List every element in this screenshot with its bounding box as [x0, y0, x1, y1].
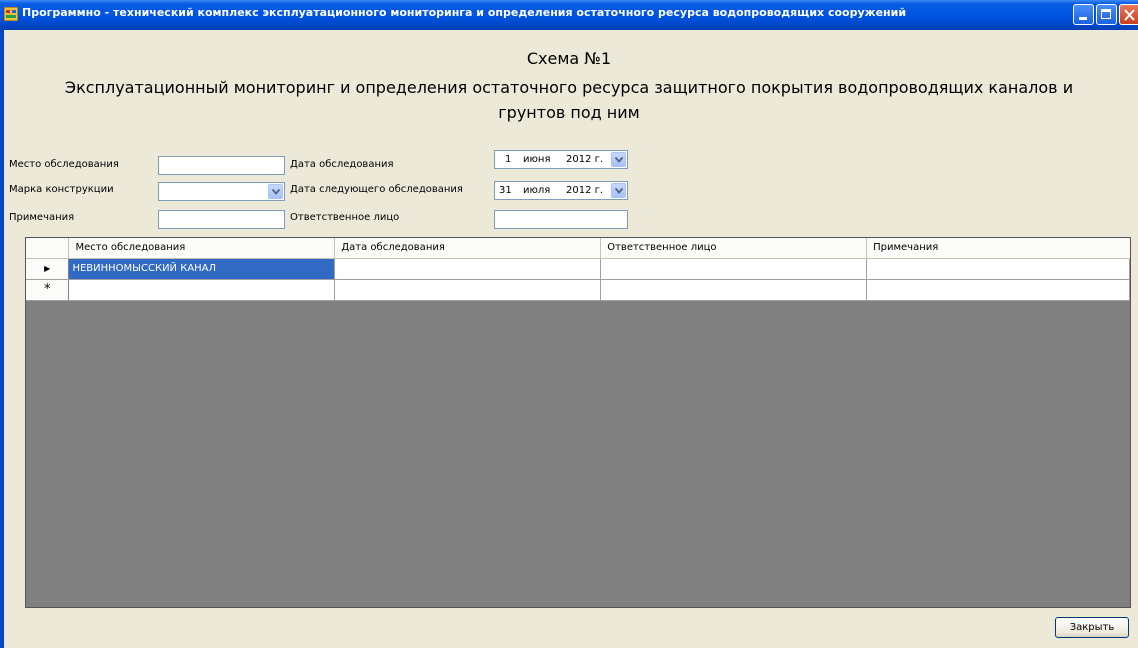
brand-combobox[interactable] [158, 182, 285, 201]
next-date-label: Дата следующего обследования [290, 184, 463, 195]
survey-date-year: 2012 г. [566, 154, 604, 165]
next-date-month: июля [523, 185, 551, 196]
close-button[interactable]: Закрыть [1055, 617, 1129, 638]
grid-cell-date[interactable] [334, 258, 602, 280]
page-subtitle: Эксплуатационный мониторинг и определени… [64, 78, 1074, 122]
grid-cell-new-notes[interactable] [866, 279, 1130, 301]
table-row[interactable]: ▶ НЕВИННОМЫССКИЙ КАНАЛ [26, 258, 1130, 280]
next-date-dropdown-button[interactable] [611, 183, 626, 198]
responsible-label: Ответственное лицо [290, 212, 400, 223]
location-input[interactable] [158, 156, 285, 175]
minimize-icon [1079, 17, 1087, 20]
location-label: Место обследования [9, 159, 119, 170]
row-header-current[interactable]: ▶ [26, 258, 70, 280]
grid-cell-responsible[interactable] [600, 258, 868, 280]
column-header-date[interactable]: Дата обследования [334, 238, 602, 259]
brand-label: Марка конструкции [9, 184, 114, 195]
notes-label: Примечания [9, 212, 75, 223]
chevron-down-icon [615, 188, 623, 194]
grid-cell-new-date[interactable] [334, 279, 602, 301]
row-header-corner [26, 238, 70, 259]
column-header-responsible[interactable]: Ответственное лицо [600, 238, 868, 259]
grid-cell-new-location[interactable] [68, 279, 336, 301]
grid-header-row: Место обследования Дата обследования Отв… [26, 238, 1130, 259]
window-frame-left [0, 30, 4, 648]
maximize-button[interactable] [1096, 4, 1117, 25]
chevron-down-icon [272, 189, 280, 195]
next-date-day: 31 [499, 185, 512, 196]
grid-cell-notes[interactable] [866, 258, 1130, 280]
window-title: Программно - технический комплекс эксплу… [22, 6, 907, 19]
notes-input[interactable] [158, 210, 285, 229]
title-bar[interactable]: Программно - технический комплекс эксплу… [0, 0, 1138, 30]
survey-data-grid[interactable]: Место обследования Дата обследования Отв… [25, 237, 1131, 608]
chevron-down-icon [615, 157, 623, 163]
current-row-indicator-icon: ▶ [44, 264, 51, 273]
survey-date-dropdown-button[interactable] [611, 152, 626, 167]
grid-cell-location[interactable]: НЕВИННОМЫССКИЙ КАНАЛ [68, 258, 336, 280]
next-date-picker[interactable]: 31 июля 2012 г. [494, 181, 628, 200]
next-date-year: 2012 г. [566, 185, 604, 196]
responsible-input[interactable] [494, 210, 628, 229]
row-header-new[interactable]: * [26, 279, 70, 301]
survey-date-day: 1 [505, 154, 512, 165]
survey-date-label: Дата обследования [290, 159, 394, 170]
survey-date-month: июня [523, 154, 551, 165]
new-row-indicator-icon: * [43, 282, 51, 297]
close-icon [1124, 9, 1135, 21]
grid-cell-new-responsible[interactable] [600, 279, 868, 301]
survey-date-picker[interactable]: 1 июня 2012 г. [494, 150, 628, 169]
column-header-notes[interactable]: Примечания [866, 238, 1130, 259]
table-row-new[interactable]: * [26, 279, 1130, 301]
maximize-icon [1101, 9, 1111, 19]
close-window-button[interactable] [1119, 4, 1138, 25]
brand-dropdown-button[interactable] [268, 184, 283, 199]
minimize-button[interactable] [1073, 4, 1094, 25]
scheme-title: Схема №1 [526, 49, 612, 68]
column-header-location[interactable]: Место обследования [68, 238, 336, 259]
app-icon [4, 7, 18, 21]
